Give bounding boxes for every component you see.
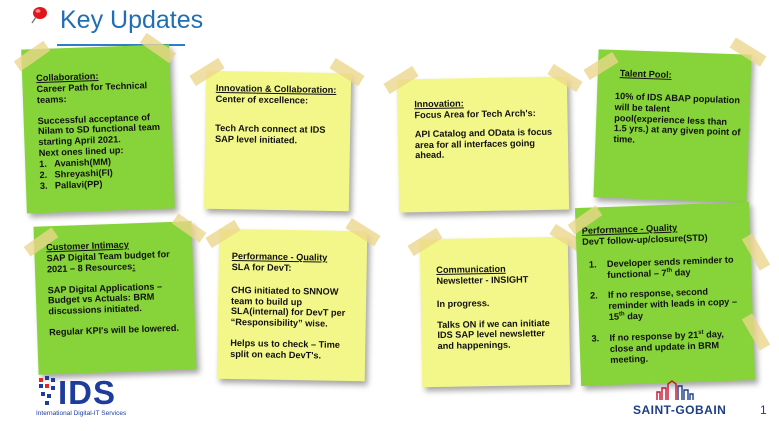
note-subheading-suffix: : <box>132 260 136 272</box>
note-body: API Catalog and OData is focus area for … <box>414 126 553 161</box>
list-text: Pallavi(PP) <box>54 178 103 191</box>
page-number: 1 <box>760 403 767 417</box>
note-performance-sla: Performance - Quality SLA for DevT: CHG … <box>216 228 368 382</box>
slide: Key Updates Collaboration: Career Path f… <box>0 0 779 431</box>
note-body: Tech Arch connect at IDS SAP level initi… <box>214 122 326 145</box>
push-pin-icon <box>31 7 47 24</box>
note-talent-pool: Talent Pool: 10% of IDS ABAP population … <box>593 49 752 203</box>
note-body: Successful acceptance of Nilam to SD fun… <box>37 111 161 148</box>
note-body: Talks ON if we can initiate IDS SAP leve… <box>437 317 550 352</box>
list-number: 2. <box>589 290 598 302</box>
list-text: day <box>624 310 644 322</box>
note-body: SAP Digital Applications – Budget vs Act… <box>47 280 163 317</box>
note-innovation-collaboration: Innovation & Collaboration: Center of ex… <box>203 70 352 212</box>
list-number: 2. <box>39 169 48 180</box>
ids-logo-text: IDS <box>58 374 117 411</box>
list-number: 3. <box>39 180 48 191</box>
note-communication: Communication Newsletter - INSIGHT In pr… <box>419 236 571 388</box>
note-body: 10% of IDS ABAP population will be talen… <box>613 90 741 145</box>
list-number: 1. <box>39 158 48 170</box>
saint-gobain-logo-icon <box>656 380 694 400</box>
saint-gobain-logo-text: SAINT-GOBAIN <box>633 403 727 417</box>
list-item: 3. If no response by 21st day, close and… <box>585 328 748 366</box>
note-collaboration: Collaboration: Career Path for Technical… <box>21 44 175 214</box>
ids-logo-icon <box>39 376 55 405</box>
note-subheading: Center of excellence: <box>215 93 309 106</box>
note-performance-std: Performance - Quality DevT follow-up/clo… <box>574 202 756 386</box>
list-number: 3. <box>591 333 600 344</box>
list-item: 2. If no response, second reminder with … <box>584 286 747 324</box>
ids-logo-subtitle: International Digital-IT Services <box>36 410 127 417</box>
page-title: Key Updates <box>60 6 204 34</box>
note-body: CHG initiated to SNNOW team to build up … <box>230 284 346 329</box>
list-text: day <box>671 266 691 278</box>
list-number: 1. <box>588 259 597 270</box>
note-body: Helps us to check – Time split on each D… <box>230 338 341 361</box>
note-customer-intimacy: Customer Intimacy SAP Digital Team budge… <box>33 221 197 375</box>
note-innovation: Innovation: Focus Area for Tech Arch's: … <box>396 76 570 213</box>
